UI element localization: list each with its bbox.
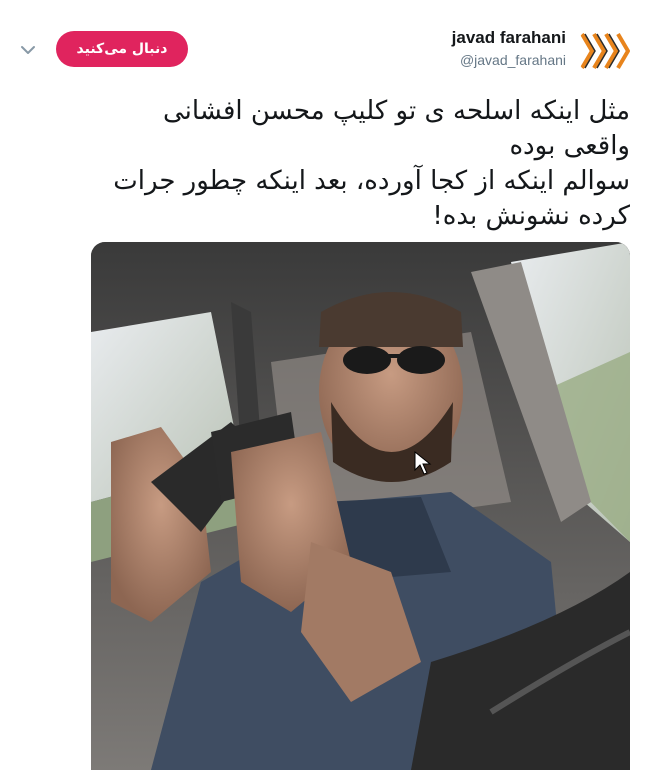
- tweet-line: کرده نشونش بده!: [432, 201, 630, 231]
- tweet-header: دنبال می‌کنید javad farahani @javad_fara…: [0, 0, 662, 90]
- user-handle[interactable]: @javad_farahani: [452, 50, 566, 70]
- chevron-down-icon[interactable]: [16, 38, 40, 62]
- tweet-line: مثل اینکه اسلحه ی تو کلیپ محسن افشانی: [162, 96, 630, 126]
- following-button[interactable]: دنبال می‌کنید: [56, 31, 188, 67]
- tweet-text: مثل اینکه اسلحه ی تو کلیپ محسن افشانی وا…: [30, 94, 630, 234]
- stacked-chevrons-logo-icon: [580, 32, 630, 70]
- tweet-video[interactable]: [91, 242, 630, 770]
- avatar[interactable]: [576, 24, 630, 78]
- user-info[interactable]: javad farahani @javad_farahani: [452, 28, 566, 70]
- video-frame-image: [91, 242, 630, 770]
- tweet-line: واقعی بوده: [509, 131, 630, 161]
- display-name[interactable]: javad farahani: [452, 28, 566, 48]
- tweet-line: سوالم اینکه از کجا آورده، بعد اینکه چطور…: [113, 166, 630, 196]
